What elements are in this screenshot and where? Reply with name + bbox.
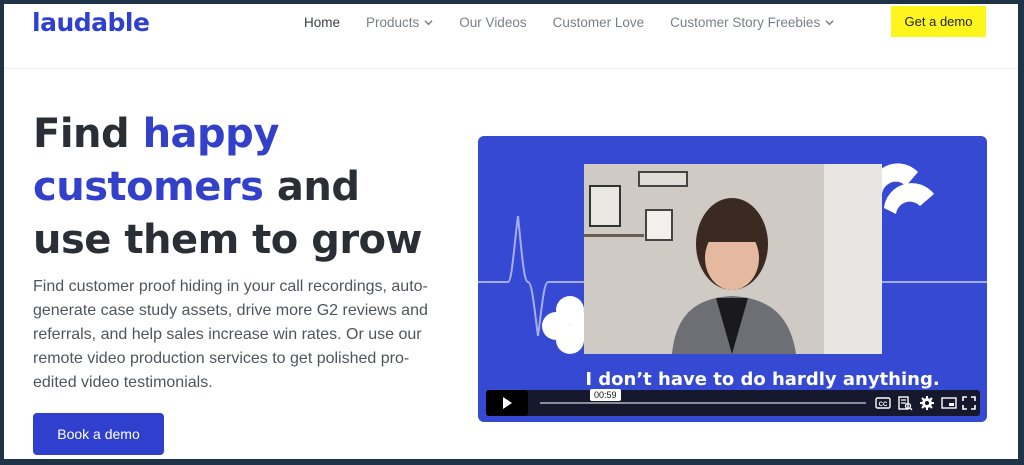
timestamp-badge: 00:59 [590, 389, 621, 401]
header-divider [4, 68, 1018, 69]
video-frame-image [584, 164, 882, 354]
nav-item-label: Products [366, 14, 420, 30]
video-controls: 00:59 CC [486, 389, 980, 416]
hero-description: Find customer proof hiding in your call … [33, 278, 428, 391]
settings-gear-icon[interactable] [919, 395, 935, 411]
progress-bar[interactable]: 00:59 [540, 389, 866, 404]
nav-item-customer-love[interactable]: Customer Love [553, 15, 645, 30]
book-a-demo-button[interactable]: Book a demo [33, 413, 164, 455]
svg-text:CC: CC [879, 402, 888, 408]
nav-item-customer-story-freebies[interactable]: Customer Story Freebies [670, 15, 834, 30]
play-button[interactable] [486, 390, 528, 416]
get-a-demo-button[interactable]: Get a demo [891, 6, 986, 37]
fullscreen-icon[interactable] [961, 395, 977, 411]
hero-title: Find happy customers and use them to gro… [33, 108, 423, 267]
hero-title-line-1: Find happy [33, 111, 279, 157]
nav-item-label: Customer Love [552, 14, 645, 30]
transcript-icon[interactable] [897, 395, 913, 411]
play-icon [503, 397, 512, 409]
video-caption: I don’t have to do hardly anything. [585, 369, 940, 390]
nav-item-home[interactable]: Home [304, 15, 340, 30]
main-nav: Home Products Our Videos Customer Love C… [304, 4, 860, 40]
hero-title-line-3: use them to grow [33, 217, 423, 263]
nav-item-our-videos[interactable]: Our Videos [459, 15, 526, 30]
closed-captions-icon[interactable]: CC [875, 395, 891, 411]
video-player[interactable]: I don’t have to do hardly anything. 00:5… [478, 136, 987, 422]
nav-item-label: Customer Story Freebies [670, 14, 821, 30]
chevron-down-icon [825, 19, 834, 25]
nav-item-label: Our Videos [459, 14, 527, 30]
picture-in-picture-icon[interactable] [941, 395, 957, 411]
hero-title-line-2: customers and [33, 164, 360, 210]
chevron-down-icon [424, 19, 433, 25]
nav-item-label: Home [304, 14, 341, 30]
laudable-logo[interactable]: laudable [32, 8, 150, 37]
page: laudable Home Products Our Videos Custom… [4, 4, 1018, 459]
nav-item-products[interactable]: Products [366, 15, 433, 30]
video-frame [584, 164, 882, 354]
quote-arc-shape-2 [884, 183, 934, 214]
